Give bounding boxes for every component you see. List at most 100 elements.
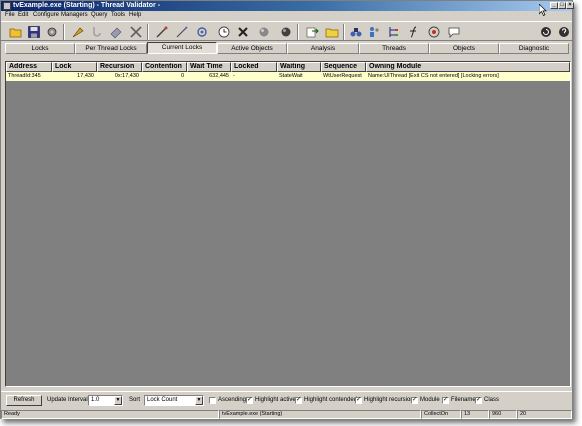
column-header-contention[interactable]: Contention bbox=[142, 62, 187, 72]
highlight-active-label: Highlight active bbox=[255, 397, 296, 403]
tab-active-objects[interactable]: Active Objects bbox=[217, 43, 287, 54]
menu-configure[interactable]: Configure bbox=[33, 11, 59, 20]
menu-managers[interactable]: Managers bbox=[61, 11, 88, 20]
close-button[interactable]: × bbox=[566, 2, 574, 9]
delete-x-icon[interactable] bbox=[236, 25, 250, 39]
status-collect: CollectOn bbox=[421, 410, 461, 419]
launch-icon[interactable] bbox=[71, 25, 85, 39]
cell-lock: 17,430 bbox=[77, 73, 94, 79]
function-icon[interactable] bbox=[407, 25, 421, 39]
window-title: tvExample.exe (Starting) - Thread Valida… bbox=[13, 2, 161, 9]
column-header-address[interactable]: Address bbox=[6, 62, 52, 72]
menu-tools[interactable]: Tools bbox=[111, 11, 125, 20]
hook-icon[interactable] bbox=[91, 25, 105, 39]
options-bar: Refresh Update Interval 1.0 ▼ Sort Lock … bbox=[1, 391, 572, 407]
menu-file[interactable]: File bbox=[5, 11, 15, 20]
column-header-lock[interactable]: Lock bbox=[52, 62, 97, 72]
tab-locks[interactable]: Locks bbox=[5, 43, 75, 54]
tab-per-thread-locks[interactable]: Per Thread Locks bbox=[75, 43, 147, 54]
binoculars-icon[interactable] bbox=[349, 25, 363, 39]
module-label: Module bbox=[420, 397, 440, 403]
ascending-checkbox[interactable] bbox=[209, 397, 216, 404]
tab-analysis[interactable]: Analysis bbox=[287, 43, 359, 54]
ascending-label: Ascending bbox=[218, 397, 247, 403]
sort-select[interactable]: Lock Count ▼ bbox=[144, 395, 204, 406]
update-interval-select[interactable]: 1.0 ▼ bbox=[88, 395, 123, 406]
wand-icon[interactable] bbox=[155, 25, 169, 39]
save-icon[interactable] bbox=[27, 25, 41, 39]
title-bar: tvExample.exe (Starting) - Thread Valida… bbox=[1, 1, 574, 11]
chat-icon[interactable] bbox=[447, 25, 461, 39]
people-icon[interactable] bbox=[367, 25, 381, 39]
column-header-sequence[interactable]: Sequence bbox=[321, 62, 366, 72]
highlight-recursion-checkbox[interactable]: ✓ bbox=[355, 397, 362, 404]
app-window: tvExample.exe (Starting) - Thread Valida… bbox=[0, 0, 574, 419]
chevron-down-icon[interactable]: ▼ bbox=[114, 396, 122, 405]
highlight-active-checkbox[interactable]: ✓ bbox=[246, 397, 253, 404]
cell-sequence: WtUserRequest bbox=[323, 73, 362, 79]
menu-edit[interactable]: Edit bbox=[18, 11, 28, 20]
table-row[interactable]: ThreadId:345 17,430 0x:17,430 0 632,445 … bbox=[6, 72, 570, 81]
tab-current-locks[interactable]: Current Locks bbox=[147, 42, 217, 54]
update-interval-label: Update Interval bbox=[47, 397, 88, 403]
update-interval-value: 1.0 bbox=[91, 397, 100, 403]
globe-icon[interactable] bbox=[279, 25, 293, 39]
status-value-3: 20 bbox=[517, 410, 572, 419]
plug-icon[interactable] bbox=[195, 25, 209, 39]
status-value-1: 13 bbox=[461, 410, 489, 419]
mouse-cursor-icon bbox=[539, 4, 547, 16]
cell-recursion: 0x:17,430 bbox=[114, 73, 139, 79]
maximize-button[interactable]: □ bbox=[558, 2, 566, 9]
menu-bar: File Edit Configure Managers Query Tools… bbox=[1, 11, 572, 20]
status-text: Ready bbox=[1, 410, 219, 419]
status-value-2: 960 bbox=[489, 410, 517, 419]
highlight-contended-checkbox[interactable]: ✓ bbox=[295, 397, 302, 404]
cell-wait-time: 632,445 bbox=[209, 73, 229, 79]
clock-icon[interactable] bbox=[217, 25, 231, 39]
locks-list[interactable]: Address Lock Recursion Contention Wait T… bbox=[5, 61, 571, 387]
column-header-recursion[interactable]: Recursion bbox=[97, 62, 142, 72]
magnify-icon[interactable] bbox=[175, 25, 189, 39]
menu-help[interactable]: Help bbox=[129, 11, 141, 20]
highlight-recursion-label: Highlight recursion bbox=[364, 397, 414, 403]
sort-value: Lock Count bbox=[147, 397, 178, 403]
column-header-wait-time[interactable]: Wait Time bbox=[187, 62, 231, 72]
menu-query[interactable]: Query bbox=[91, 11, 107, 20]
status-process: tvExample.exe (Starting) bbox=[219, 410, 421, 419]
open-folder-icon[interactable] bbox=[9, 25, 23, 39]
inject-icon[interactable] bbox=[109, 25, 123, 39]
toolbar-separator bbox=[297, 24, 299, 40]
column-header-waiting[interactable]: Waiting bbox=[277, 62, 321, 72]
sphere-icon[interactable] bbox=[257, 25, 271, 39]
class-label: Class bbox=[484, 397, 500, 403]
highlight-contended-label: Highlight contended bbox=[304, 397, 358, 403]
folder-icon[interactable] bbox=[325, 25, 339, 39]
toolbar-separator bbox=[343, 24, 345, 40]
cell-owning-module: Name:UIThread [Exit CS not entered] [Loc… bbox=[368, 73, 499, 79]
column-header-owning-module[interactable]: Owning Module bbox=[366, 62, 570, 72]
tab-diagnostic[interactable]: Diagnostic bbox=[499, 43, 569, 54]
toolbar-separator bbox=[147, 24, 149, 40]
sort-label: Sort bbox=[129, 397, 141, 403]
class-checkbox[interactable]: ✓ bbox=[475, 397, 482, 404]
status-bar: Ready tvExample.exe (Starting) CollectOn… bbox=[1, 409, 572, 419]
help-icon[interactable] bbox=[557, 25, 571, 39]
module-checkbox[interactable]: ✓ bbox=[411, 397, 418, 404]
cell-contention: 0 bbox=[180, 73, 184, 79]
export-icon[interactable] bbox=[305, 25, 319, 39]
tree-icon[interactable] bbox=[387, 25, 401, 39]
toolbar-separator bbox=[63, 24, 65, 40]
refresh-button[interactable]: Refresh bbox=[6, 395, 42, 406]
refresh-icon[interactable] bbox=[539, 25, 553, 39]
app-icon bbox=[3, 2, 11, 10]
filename-checkbox[interactable]: ✓ bbox=[442, 397, 449, 404]
column-header-locked[interactable]: Locked bbox=[231, 62, 277, 72]
chevron-down-icon[interactable]: ▼ bbox=[195, 396, 203, 405]
tab-threads[interactable]: Threads bbox=[359, 43, 429, 54]
x-tool-icon[interactable] bbox=[129, 25, 143, 39]
target-icon[interactable] bbox=[427, 25, 441, 39]
tab-objects[interactable]: Objects bbox=[429, 43, 499, 54]
cell-address: ThreadId:345 bbox=[8, 73, 41, 79]
minimize-button[interactable]: _ bbox=[550, 2, 558, 9]
settings-icon[interactable] bbox=[45, 25, 59, 39]
